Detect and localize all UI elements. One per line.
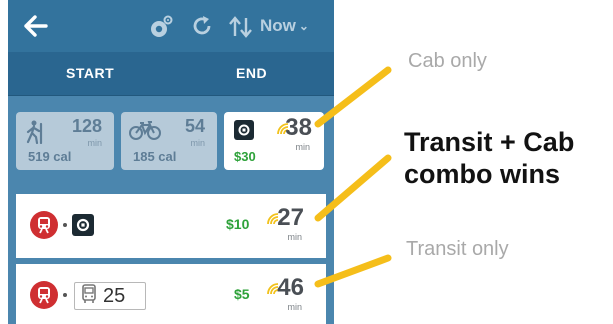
cab-only-arrow (314, 66, 392, 128)
transit-only-arrow (314, 254, 392, 288)
combo-wins-callout: Transit + Cab combo wins (404, 126, 574, 190)
combo-arrow (314, 154, 392, 222)
transit-only-callout: Transit only (406, 238, 509, 260)
combo-line-1: Transit + Cab (404, 127, 575, 157)
combo-line-2: combo wins (404, 159, 561, 189)
cab-only-callout: Cab only (408, 50, 487, 72)
